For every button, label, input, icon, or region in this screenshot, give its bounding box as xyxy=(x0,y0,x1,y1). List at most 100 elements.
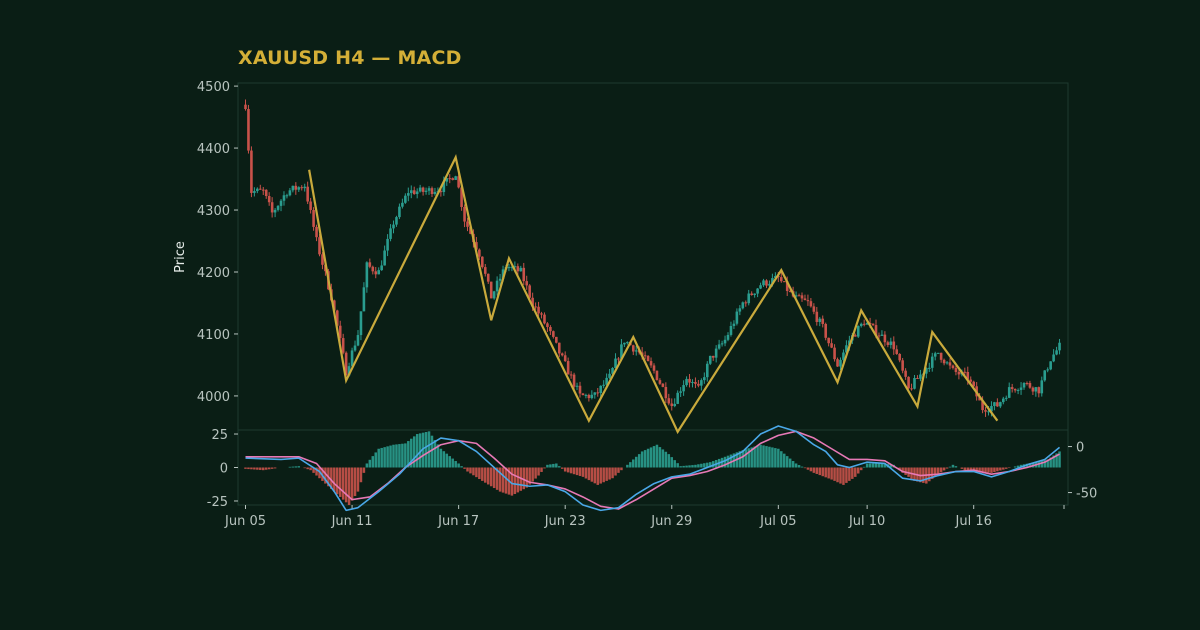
candle-body xyxy=(309,201,312,210)
macd-histogram-bar xyxy=(401,443,404,468)
macd-histogram-bar xyxy=(800,466,804,468)
macd-histogram-bar xyxy=(626,464,629,468)
macd-histogram-bar xyxy=(868,463,872,468)
macd-histogram-bar xyxy=(599,467,602,484)
macd-histogram-bar xyxy=(617,467,620,473)
macd-histogram-bar xyxy=(377,448,380,468)
candle-body xyxy=(643,355,647,357)
candle-body xyxy=(744,302,748,304)
chart-svg: 4000 4100 4200 4300 4400 4500 Price 25 0 -25 0 -50 J… xyxy=(173,80,1097,529)
macd-histogram-bar xyxy=(395,444,398,468)
candle-body xyxy=(1004,397,1008,399)
candle-body xyxy=(433,191,437,195)
candle-body xyxy=(267,195,271,203)
candles-group xyxy=(244,99,1061,417)
candle-body xyxy=(1028,383,1032,388)
candle-body xyxy=(602,384,605,386)
macd-histogram-bar xyxy=(845,467,848,483)
candle-body xyxy=(889,341,893,345)
candle-body xyxy=(664,386,668,399)
macd-histogram-bar xyxy=(442,451,446,468)
candle-body xyxy=(877,335,881,337)
macd-histogram-bar xyxy=(688,465,691,468)
candle-body xyxy=(617,358,620,360)
candle-body xyxy=(839,359,842,367)
macd-histogram-bar xyxy=(788,458,792,468)
macd-histogram-bar xyxy=(404,443,407,468)
candle-body xyxy=(927,367,931,369)
macd-histogram-bar xyxy=(546,464,549,468)
macd-histogram-bar xyxy=(501,467,505,493)
candle-body xyxy=(247,109,250,151)
macd-histogram-bar xyxy=(945,467,949,469)
candle-body xyxy=(667,398,671,404)
candle-body xyxy=(670,403,674,407)
macd-histogram-bar xyxy=(694,464,697,468)
macd-histogram-bar xyxy=(839,467,842,484)
macd-histogram-bar xyxy=(996,467,999,472)
macd-histogram-bar xyxy=(297,466,301,468)
x-tick-label: Jul 10 xyxy=(848,514,885,529)
macd-histogram-bar xyxy=(368,459,372,468)
candle-body xyxy=(466,221,469,227)
candle-body xyxy=(1058,342,1061,351)
candle-body xyxy=(984,410,987,412)
candle-body xyxy=(590,394,594,399)
candle-body xyxy=(489,281,493,299)
macd-histogram-bar xyxy=(1005,467,1008,469)
macd-histogram-bar xyxy=(392,444,395,468)
macd-histogram-bar xyxy=(359,467,363,483)
price-tick-label: 4000 xyxy=(197,390,230,405)
macd-histogram-bar xyxy=(374,452,377,468)
macd-histogram-bar xyxy=(874,463,878,468)
macd-right-tick-label: 0 xyxy=(1076,441,1084,456)
macd-histogram-bar xyxy=(759,444,762,468)
candle-body xyxy=(250,150,253,193)
macd-histogram-bar xyxy=(951,464,955,468)
macd-histogram-bar xyxy=(605,467,608,481)
candle-body xyxy=(916,377,919,379)
macd-histogram-bar xyxy=(247,467,250,470)
zigzag-line xyxy=(308,154,999,435)
macd-histogram-bar xyxy=(543,467,546,469)
macd-histogram-bar xyxy=(857,467,860,474)
macd-histogram-bar xyxy=(646,448,650,468)
macd-histogram-bar xyxy=(871,463,875,468)
macd-histogram-bar xyxy=(525,467,528,488)
macd-histogram-bar xyxy=(386,446,389,468)
candle-body xyxy=(1016,389,1020,391)
candle-body xyxy=(350,350,354,367)
macd-histogram-bar xyxy=(987,467,990,473)
candle-body xyxy=(859,323,863,327)
macd-histogram-bar xyxy=(1002,467,1005,470)
candle-body xyxy=(498,278,502,281)
candle-body xyxy=(569,374,573,376)
macd-histogram-bar xyxy=(362,467,366,473)
candle-body xyxy=(711,355,715,358)
candle-body xyxy=(883,334,887,343)
candle-body xyxy=(596,392,600,394)
candle-body xyxy=(492,291,496,299)
candle-body xyxy=(383,250,386,266)
macd-histogram-bar xyxy=(590,467,594,482)
candle-body xyxy=(599,385,603,394)
candle-body xyxy=(800,295,804,299)
macd-histogram-bar xyxy=(614,467,617,476)
candle-body xyxy=(1010,387,1014,389)
candle-body xyxy=(516,266,520,272)
macd-histogram-bar xyxy=(350,467,354,501)
macd-histogram-bar xyxy=(948,466,952,468)
candle-body xyxy=(1055,350,1058,355)
x-tick-label: Jun 29 xyxy=(650,514,692,529)
candle-body xyxy=(623,342,626,345)
candle-body xyxy=(264,189,268,196)
macd-histogram-bar xyxy=(336,467,339,495)
macd-histogram-bar xyxy=(830,467,833,480)
candle-body xyxy=(818,318,822,322)
candle-body xyxy=(1031,387,1035,392)
candle-body xyxy=(649,361,653,366)
candle-body xyxy=(856,326,860,337)
macd-histogram-bar xyxy=(821,467,824,477)
x-tick-label: Jul 16 xyxy=(955,514,992,529)
macd-histogram-bar xyxy=(682,465,685,468)
